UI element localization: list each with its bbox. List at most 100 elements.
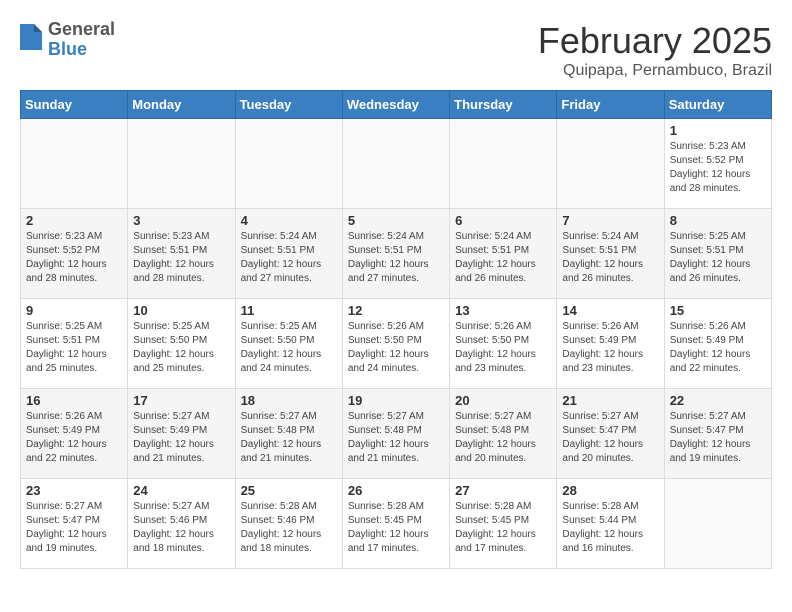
weekday-header-row: SundayMondayTuesdayWednesdayThursdayFrid… (21, 91, 772, 119)
day-number: 1 (670, 123, 766, 138)
weekday-header-wednesday: Wednesday (342, 91, 449, 119)
day-number: 11 (241, 303, 337, 318)
day-number: 20 (455, 393, 551, 408)
weekday-header-saturday: Saturday (664, 91, 771, 119)
logo: General Blue (20, 20, 115, 60)
day-number: 24 (133, 483, 229, 498)
day-info: Sunrise: 5:28 AM Sunset: 5:46 PM Dayligh… (241, 500, 337, 556)
day-number: 16 (26, 393, 122, 408)
day-info: Sunrise: 5:24 AM Sunset: 5:51 PM Dayligh… (562, 230, 658, 286)
week-row-4: 16 Sunrise: 5:26 AM Sunset: 5:49 PM Dayli… (21, 389, 772, 479)
calendar-cell: 10 Sunrise: 5:25 AM Sunset: 5:50 PM Dayli… (128, 299, 235, 389)
calendar-cell: 8 Sunrise: 5:25 AM Sunset: 5:51 PM Daylig… (664, 209, 771, 299)
calendar-cell: 20 Sunrise: 5:27 AM Sunset: 5:48 PM Dayli… (450, 389, 557, 479)
day-number: 28 (562, 483, 658, 498)
calendar-cell: 14Sunrise: 5:26 AM Sunset: 5:49 PM Dayli… (557, 299, 664, 389)
day-info: Sunrise: 5:26 AM Sunset: 5:50 PM Dayligh… (348, 320, 444, 376)
calendar-cell: 15 Sunrise: 5:26 AM Sunset: 5:49 PM Dayli… (664, 299, 771, 389)
calendar-cell (235, 119, 342, 209)
day-number: 23 (26, 483, 122, 498)
calendar-cell: 13Sunrise: 5:26 AM Sunset: 5:50 PM Dayli… (450, 299, 557, 389)
day-info: Sunrise: 5:24 AM Sunset: 5:51 PM Dayligh… (348, 230, 444, 286)
day-info: Sunrise: 5:27 AM Sunset: 5:47 PM Dayligh… (562, 410, 658, 466)
page-header: General Blue February 2025 Quipapa, Pern… (20, 20, 772, 80)
calendar-cell: 28 Sunrise: 5:28 AM Sunset: 5:44 PM Dayli… (557, 479, 664, 569)
calendar-cell: 11 Sunrise: 5:25 AM Sunset: 5:50 PM Dayli… (235, 299, 342, 389)
calendar-cell: 9 Sunrise: 5:25 AM Sunset: 5:51 PM Daylig… (21, 299, 128, 389)
day-info: Sunrise: 5:27 AM Sunset: 5:49 PM Dayligh… (133, 410, 229, 466)
day-number: 4 (241, 213, 337, 228)
day-number: 6 (455, 213, 551, 228)
logo-blue-text: Blue (48, 40, 115, 60)
day-number: 15 (670, 303, 766, 318)
calendar-cell: 7Sunrise: 5:24 AM Sunset: 5:51 PM Daylig… (557, 209, 664, 299)
day-info: Sunrise: 5:26 AM Sunset: 5:49 PM Dayligh… (26, 410, 122, 466)
day-info: Sunrise: 5:26 AM Sunset: 5:50 PM Dayligh… (455, 320, 551, 376)
calendar-cell: 18 Sunrise: 5:27 AM Sunset: 5:48 PM Dayli… (235, 389, 342, 479)
day-info: Sunrise: 5:27 AM Sunset: 5:48 PM Dayligh… (348, 410, 444, 466)
day-info: Sunrise: 5:23 AM Sunset: 5:52 PM Dayligh… (670, 140, 766, 196)
logo-icon (20, 24, 42, 50)
calendar-cell: 27 Sunrise: 5:28 AM Sunset: 5:45 PM Dayli… (450, 479, 557, 569)
day-info: Sunrise: 5:27 AM Sunset: 5:47 PM Dayligh… (670, 410, 766, 466)
day-number: 18 (241, 393, 337, 408)
calendar-cell: 5 Sunrise: 5:24 AM Sunset: 5:51 PM Daylig… (342, 209, 449, 299)
day-number: 25 (241, 483, 337, 498)
day-info: Sunrise: 5:28 AM Sunset: 5:44 PM Dayligh… (562, 500, 658, 556)
day-number: 22 (670, 393, 766, 408)
day-info: Sunrise: 5:27 AM Sunset: 5:48 PM Dayligh… (241, 410, 337, 466)
day-number: 14 (562, 303, 658, 318)
day-info: Sunrise: 5:25 AM Sunset: 5:50 PM Dayligh… (133, 320, 229, 376)
calendar-cell: 26 Sunrise: 5:28 AM Sunset: 5:45 PM Dayli… (342, 479, 449, 569)
weekday-header-tuesday: Tuesday (235, 91, 342, 119)
calendar-cell (128, 119, 235, 209)
calendar-cell (664, 479, 771, 569)
calendar-cell: 1 Sunrise: 5:23 AM Sunset: 5:52 PM Daylig… (664, 119, 771, 209)
title-section: February 2025 Quipapa, Pernambuco, Brazi… (538, 20, 772, 80)
day-number: 2 (26, 213, 122, 228)
day-number: 17 (133, 393, 229, 408)
day-info: Sunrise: 5:28 AM Sunset: 5:45 PM Dayligh… (455, 500, 551, 556)
weekday-header-monday: Monday (128, 91, 235, 119)
calendar-cell: 2 Sunrise: 5:23 AM Sunset: 5:52 PM Daylig… (21, 209, 128, 299)
calendar-cell (21, 119, 128, 209)
day-info: Sunrise: 5:25 AM Sunset: 5:51 PM Dayligh… (670, 230, 766, 286)
day-number: 5 (348, 213, 444, 228)
calendar-cell: 19Sunrise: 5:27 AM Sunset: 5:48 PM Dayli… (342, 389, 449, 479)
week-row-3: 9 Sunrise: 5:25 AM Sunset: 5:51 PM Daylig… (21, 299, 772, 389)
calendar-cell: 12 Sunrise: 5:26 AM Sunset: 5:50 PM Dayli… (342, 299, 449, 389)
calendar-cell: 25 Sunrise: 5:28 AM Sunset: 5:46 PM Dayli… (235, 479, 342, 569)
day-number: 27 (455, 483, 551, 498)
calendar-cell: 4 Sunrise: 5:24 AM Sunset: 5:51 PM Daylig… (235, 209, 342, 299)
day-number: 12 (348, 303, 444, 318)
day-number: 9 (26, 303, 122, 318)
day-info: Sunrise: 5:25 AM Sunset: 5:50 PM Dayligh… (241, 320, 337, 376)
calendar-cell: 21 Sunrise: 5:27 AM Sunset: 5:47 PM Dayli… (557, 389, 664, 479)
day-number: 26 (348, 483, 444, 498)
location: Quipapa, Pernambuco, Brazil (538, 62, 772, 80)
week-row-5: 23Sunrise: 5:27 AM Sunset: 5:47 PM Dayli… (21, 479, 772, 569)
calendar-cell: 17 Sunrise: 5:27 AM Sunset: 5:49 PM Dayli… (128, 389, 235, 479)
day-number: 10 (133, 303, 229, 318)
day-number: 8 (670, 213, 766, 228)
weekday-header-friday: Friday (557, 91, 664, 119)
month-title: February 2025 (538, 20, 772, 62)
day-info: Sunrise: 5:28 AM Sunset: 5:45 PM Dayligh… (348, 500, 444, 556)
calendar-table: SundayMondayTuesdayWednesdayThursdayFrid… (20, 90, 772, 569)
calendar-cell (557, 119, 664, 209)
calendar-cell: 3Sunrise: 5:23 AM Sunset: 5:51 PM Daylig… (128, 209, 235, 299)
day-info: Sunrise: 5:23 AM Sunset: 5:52 PM Dayligh… (26, 230, 122, 286)
calendar-cell: 24 Sunrise: 5:27 AM Sunset: 5:46 PM Dayli… (128, 479, 235, 569)
calendar-cell: 16 Sunrise: 5:26 AM Sunset: 5:49 PM Dayli… (21, 389, 128, 479)
calendar-cell (342, 119, 449, 209)
day-info: Sunrise: 5:27 AM Sunset: 5:46 PM Dayligh… (133, 500, 229, 556)
day-info: Sunrise: 5:27 AM Sunset: 5:48 PM Dayligh… (455, 410, 551, 466)
day-info: Sunrise: 5:26 AM Sunset: 5:49 PM Dayligh… (670, 320, 766, 376)
day-info: Sunrise: 5:24 AM Sunset: 5:51 PM Dayligh… (455, 230, 551, 286)
week-row-1: 1 Sunrise: 5:23 AM Sunset: 5:52 PM Daylig… (21, 119, 772, 209)
calendar-cell: 6 Sunrise: 5:24 AM Sunset: 5:51 PM Daylig… (450, 209, 557, 299)
day-info: Sunrise: 5:24 AM Sunset: 5:51 PM Dayligh… (241, 230, 337, 286)
day-info: Sunrise: 5:25 AM Sunset: 5:51 PM Dayligh… (26, 320, 122, 376)
calendar-cell: 22 Sunrise: 5:27 AM Sunset: 5:47 PM Dayli… (664, 389, 771, 479)
day-number: 21 (562, 393, 658, 408)
